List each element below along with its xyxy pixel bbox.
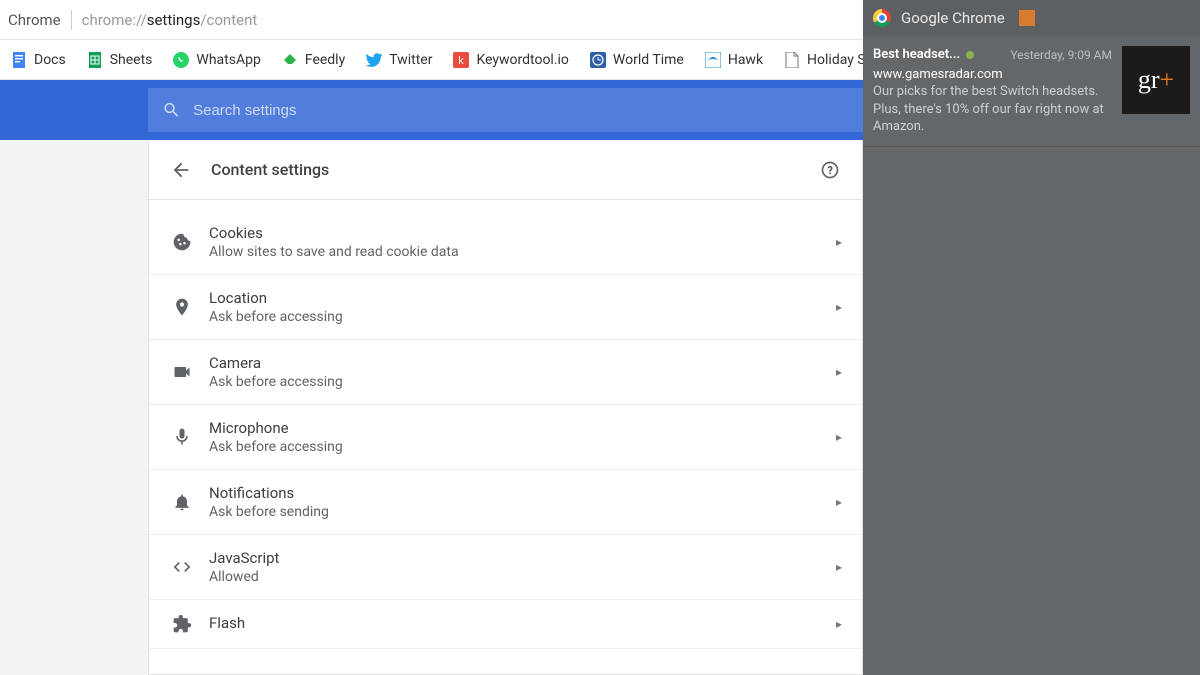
page-icon bbox=[783, 51, 801, 69]
plugin-icon bbox=[169, 614, 195, 634]
notifications-drawer: Google Chrome Best headset... Yesterday,… bbox=[863, 0, 1200, 675]
drawer-header: Google Chrome bbox=[863, 0, 1200, 36]
bookmark-label: Keywordtool.io bbox=[476, 52, 568, 68]
bookmark-sheets[interactable]: Sheets bbox=[86, 51, 153, 69]
setting-row-plugin[interactable]: Flash▸ bbox=[149, 600, 862, 649]
location-icon bbox=[169, 297, 195, 317]
chrome-icon bbox=[873, 9, 891, 27]
unread-dot-icon bbox=[966, 51, 974, 59]
setting-row-location[interactable]: Location Ask before accessing▸ bbox=[149, 275, 862, 340]
notification-site: www.gamesradar.com bbox=[873, 66, 1112, 84]
app-name: Chrome bbox=[8, 11, 61, 29]
setting-row-cookie[interactable]: Cookies Allow sites to save and read cook… bbox=[149, 200, 862, 275]
notification-thumbnail: gr+ bbox=[1122, 46, 1190, 114]
chevron-right-icon: ▸ bbox=[836, 560, 842, 574]
sheets-icon bbox=[86, 51, 104, 69]
setting-row-camera[interactable]: Camera Ask before accessing▸ bbox=[149, 340, 862, 405]
bookmark-feedly[interactable]: Feedly bbox=[281, 51, 345, 69]
card-header: Content settings bbox=[149, 140, 862, 200]
hawk-icon bbox=[704, 51, 722, 69]
worldtime-icon bbox=[589, 51, 607, 69]
setting-subtitle: Ask before accessing bbox=[209, 439, 836, 455]
camera-icon bbox=[169, 362, 195, 382]
notification-item[interactable]: Best headset... Yesterday, 9:09 AM www.g… bbox=[863, 36, 1200, 147]
setting-row-mic[interactable]: Microphone Ask before accessing▸ bbox=[149, 405, 862, 470]
code-icon bbox=[169, 557, 195, 577]
setting-subtitle: Ask before sending bbox=[209, 504, 836, 520]
setting-title: Flash bbox=[209, 614, 836, 632]
docs-icon bbox=[10, 51, 28, 69]
setting-title: JavaScript bbox=[209, 549, 836, 567]
setting-subtitle: Ask before accessing bbox=[209, 374, 836, 390]
search-icon bbox=[162, 100, 181, 120]
bookmark-keywordtool[interactable]: k Keywordtool.io bbox=[452, 51, 568, 69]
chevron-right-icon: ▸ bbox=[836, 235, 842, 249]
back-button[interactable] bbox=[169, 158, 193, 182]
setting-title: Cookies bbox=[209, 224, 836, 242]
drawer-app-label: Google Chrome bbox=[901, 9, 1005, 27]
help-icon bbox=[820, 160, 840, 180]
twitter-icon bbox=[365, 51, 383, 69]
setting-subtitle: Allowed bbox=[209, 569, 836, 585]
bookmark-label: Sheets bbox=[110, 52, 153, 68]
bookmark-label: Hawk bbox=[728, 52, 763, 68]
bookmark-label: Docs bbox=[34, 52, 66, 68]
chevron-right-icon: ▸ bbox=[836, 495, 842, 509]
bookmark-label: Feedly bbox=[305, 52, 345, 68]
arrow-left-icon bbox=[170, 159, 192, 181]
search-settings[interactable] bbox=[148, 88, 863, 132]
chevron-right-icon: ▸ bbox=[836, 365, 842, 379]
setting-subtitle: Allow sites to save and read cookie data bbox=[209, 244, 836, 260]
setting-title: Microphone bbox=[209, 419, 836, 437]
divider bbox=[71, 10, 72, 30]
main-area: Content settings Cookies Allow sites to s… bbox=[0, 140, 863, 675]
notification-content: Best headset... Yesterday, 9:09 AM www.g… bbox=[873, 46, 1112, 136]
bookmark-docs[interactable]: Docs bbox=[10, 51, 66, 69]
svg-text:k: k bbox=[459, 55, 465, 67]
settings-list: Cookies Allow sites to save and read cook… bbox=[149, 200, 862, 649]
chevron-right-icon: ▸ bbox=[836, 430, 842, 444]
bookmark-twitter[interactable]: Twitter bbox=[365, 51, 432, 69]
chevron-right-icon: ▸ bbox=[836, 300, 842, 314]
bookmark-whatsapp[interactable]: WhatsApp bbox=[172, 51, 260, 69]
help-button[interactable] bbox=[818, 158, 842, 182]
notification-body: Our picks for the best Switch headsets. … bbox=[873, 83, 1112, 136]
setting-title: Location bbox=[209, 289, 836, 307]
notification-title: Best headset... bbox=[873, 46, 960, 64]
search-input[interactable] bbox=[193, 102, 849, 119]
bookmark-label: WhatsApp bbox=[196, 52, 260, 68]
bookmark-label: World Time bbox=[613, 52, 684, 68]
feedly-icon bbox=[281, 51, 299, 69]
chevron-right-icon: ▸ bbox=[836, 617, 842, 631]
page-title: Content settings bbox=[211, 160, 818, 179]
bookmark-label: Twitter bbox=[389, 52, 432, 68]
bell-icon bbox=[169, 492, 195, 512]
setting-row-code[interactable]: JavaScript Allowed▸ bbox=[149, 535, 862, 600]
notification-time: Yesterday, 9:09 AM bbox=[1010, 47, 1112, 63]
mic-icon bbox=[169, 427, 195, 447]
settings-card: Content settings Cookies Allow sites to s… bbox=[148, 140, 863, 675]
setting-row-bell[interactable]: Notifications Ask before sending▸ bbox=[149, 470, 862, 535]
whatsapp-icon bbox=[172, 51, 190, 69]
bookmark-worldtime[interactable]: World Time bbox=[589, 51, 684, 69]
bookmark-hawk[interactable]: Hawk bbox=[704, 51, 763, 69]
url[interactable]: chrome://settings/content bbox=[82, 11, 258, 29]
setting-subtitle: Ask before accessing bbox=[209, 309, 836, 325]
keywordtool-icon: k bbox=[452, 51, 470, 69]
drawer-badge bbox=[1019, 10, 1035, 26]
setting-title: Camera bbox=[209, 354, 836, 372]
setting-title: Notifications bbox=[209, 484, 836, 502]
cookie-icon bbox=[169, 232, 195, 252]
